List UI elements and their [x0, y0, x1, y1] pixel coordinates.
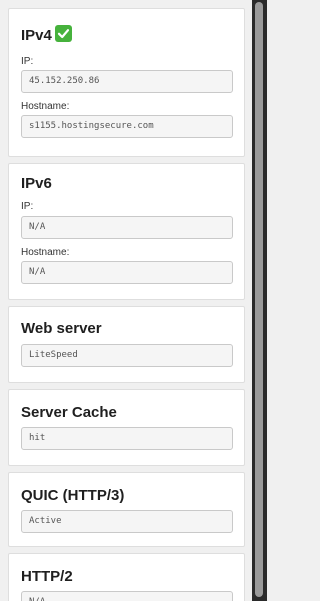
quic-field[interactable]: Active: [21, 510, 233, 533]
scrollbar-thumb[interactable]: [255, 2, 263, 597]
server-cache-title: Server Cache: [21, 404, 117, 421]
ipv6-ip-field[interactable]: N/A: [21, 216, 233, 239]
ipv4-hostname-label: Hostname:: [21, 101, 70, 112]
ipv4-title: IPv4: [21, 25, 72, 44]
web-server-card: Web server LiteSpeed: [8, 306, 245, 383]
quic-title: QUIC (HTTP/3): [21, 487, 125, 504]
ipv4-ip-label: IP:: [21, 56, 34, 67]
info-panel: IPv4 IP: 45.152.250.86 Hostname: s1155.h…: [0, 0, 267, 601]
http2-title: HTTP/2: [21, 568, 73, 585]
web-server-field[interactable]: LiteSpeed: [21, 344, 233, 367]
ipv6-hostname-label: Hostname:: [21, 247, 70, 258]
ipv4-card: IPv4 IP: 45.152.250.86 Hostname: s1155.h…: [8, 8, 245, 157]
ipv4-hostname-field[interactable]: s1155.hostingsecure.com: [21, 115, 233, 138]
ipv6-ip-label: IP:: [21, 201, 34, 212]
web-server-title: Web server: [21, 320, 102, 337]
ipv4-title-text: IPv4: [21, 27, 52, 44]
ipv4-ip-field[interactable]: 45.152.250.86: [21, 70, 233, 93]
server-cache-field[interactable]: hit: [21, 427, 233, 450]
http2-card: HTTP/2 N/A: [8, 553, 245, 601]
ipv6-title: IPv6: [21, 175, 52, 192]
http2-field[interactable]: N/A: [21, 591, 233, 601]
ipv6-card: IPv6 IP: N/A Hostname: N/A: [8, 163, 245, 300]
vertical-scrollbar[interactable]: [252, 0, 267, 601]
quic-card: QUIC (HTTP/3) Active: [8, 472, 245, 547]
server-cache-card: Server Cache hit: [8, 389, 245, 466]
ipv6-hostname-field[interactable]: N/A: [21, 261, 233, 284]
check-mark-icon: [54, 25, 72, 42]
